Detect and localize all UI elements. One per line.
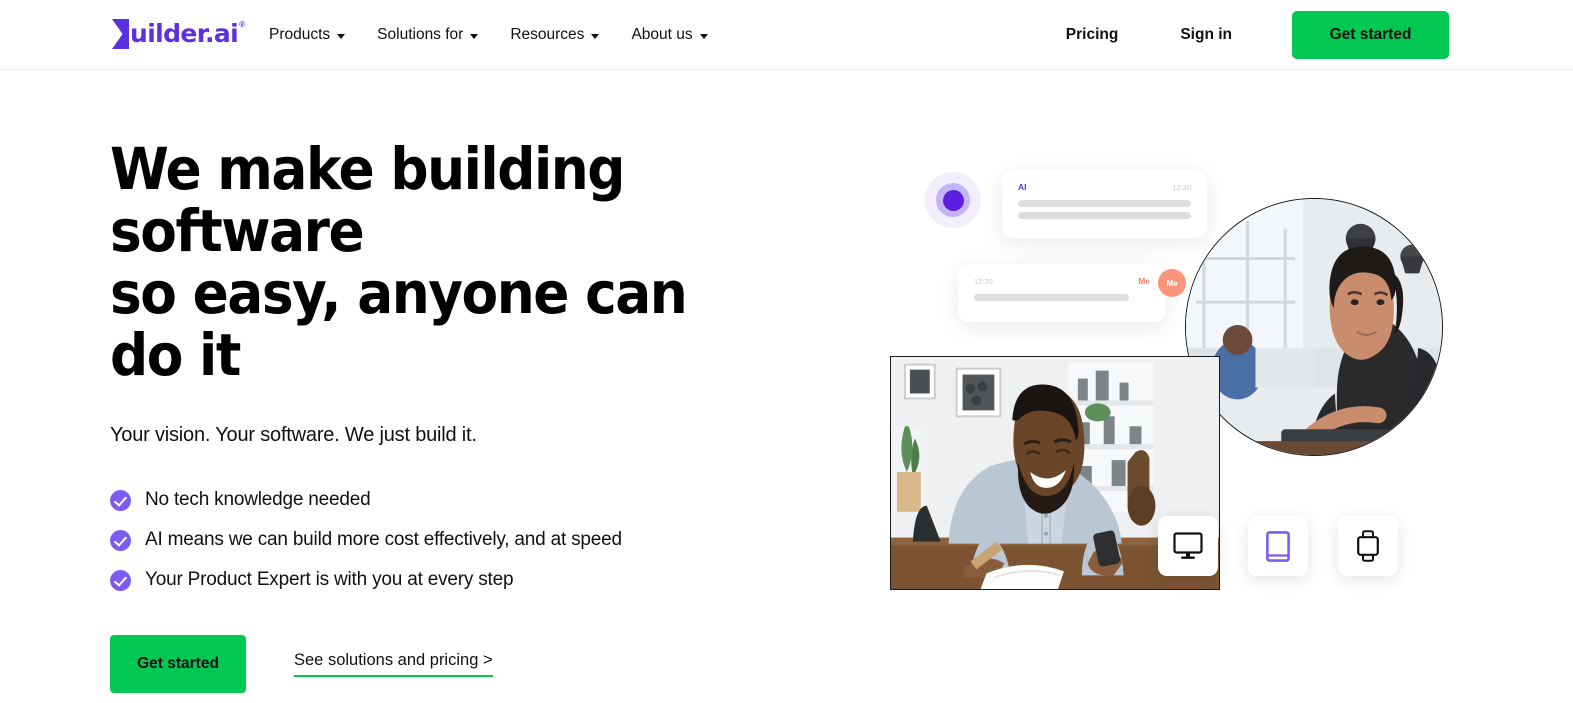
- builder-ai-logo[interactable]: uilder.ai ®: [112, 19, 245, 49]
- list-item: Your Product Expert is with you at every…: [110, 569, 810, 591]
- list-item: No tech knowledge needed: [110, 489, 810, 511]
- nav-label: Solutions for: [377, 26, 464, 43]
- chat-card-ai: AI 12:30: [1002, 170, 1207, 238]
- pulse-core: [942, 189, 964, 211]
- check-circle-icon: [110, 489, 131, 511]
- registered-trademark-icon: ®: [239, 20, 245, 29]
- nav-label: About us: [631, 26, 693, 43]
- chat-placeholder-bar: [1018, 212, 1191, 219]
- main-navigation: Products Solutions for Resources About u…: [269, 0, 708, 70]
- nav-item-resources[interactable]: Resources: [510, 26, 600, 44]
- check-circle-icon: [110, 569, 131, 591]
- page-title: We make building software so easy, anyon…: [110, 135, 688, 389]
- hero-image-collage: AI 12:30 12:30 Me Me: [880, 160, 1480, 620]
- chat-card-me: 12:30 Me: [958, 264, 1166, 322]
- photo-illustration: [1186, 199, 1442, 455]
- pulse-ring: [936, 183, 970, 217]
- nav-item-about-us[interactable]: About us: [631, 26, 708, 44]
- chat-card-header: 12:30 Me: [974, 276, 1150, 286]
- benefit-label: Your Product Expert is with you at every…: [145, 569, 514, 590]
- nav-item-solutions-for[interactable]: Solutions for: [377, 26, 479, 44]
- benefit-label: AI means we can build more cost effectiv…: [145, 529, 622, 550]
- nav-label: Resources: [510, 26, 585, 43]
- hero-benefits-list: No tech knowledge needed AI means we can…: [110, 489, 810, 591]
- check-circle-icon: [110, 529, 131, 551]
- photo-woman-at-computer: [1185, 198, 1443, 456]
- watch-icon: [1357, 530, 1379, 562]
- device-card-desktop[interactable]: [1158, 516, 1218, 576]
- tablet-icon: [1266, 530, 1290, 562]
- chat-card-header: AI 12:30: [1018, 182, 1191, 192]
- desktop-icon: [1173, 532, 1203, 559]
- chevron-down-icon: [470, 33, 479, 39]
- chat-sender-label: Me: [1138, 276, 1150, 286]
- chat-placeholder-bar: [974, 294, 1129, 301]
- benefit-label: No tech knowledge needed: [145, 489, 371, 510]
- nav-item-products[interactable]: Products: [269, 26, 346, 44]
- hero-cta-row: Get started See solutions and pricing >: [110, 635, 810, 693]
- chevron-down-icon: [591, 33, 600, 39]
- device-card-watch[interactable]: [1338, 516, 1398, 576]
- chat-placeholder-bar: [1018, 200, 1191, 207]
- chat-timestamp: 12:30: [974, 276, 993, 286]
- hero-subtitle: Your vision. Your software. We just buil…: [110, 424, 477, 446]
- chat-timestamp: 12:30: [1172, 182, 1191, 192]
- hero-content: We make building software so easy, anyon…: [110, 138, 810, 693]
- logo-mark-icon: [112, 19, 129, 49]
- device-card-tablet[interactable]: [1248, 516, 1308, 576]
- chevron-down-icon: [699, 33, 708, 39]
- get-started-button-hero[interactable]: Get started: [110, 635, 246, 693]
- purple-pulse-dot-icon: [925, 172, 981, 228]
- site-header: uilder.ai ® Products Solutions for Resou…: [0, 0, 1573, 70]
- list-item: AI means we can build more cost effectiv…: [110, 529, 810, 551]
- sign-in-link[interactable]: Sign in: [1180, 26, 1232, 44]
- see-solutions-and-pricing-link[interactable]: See solutions and pricing >: [294, 651, 493, 677]
- header-actions: Pricing Sign in Get started: [1066, 0, 1449, 70]
- avatar: Me: [1158, 269, 1186, 297]
- pricing-link[interactable]: Pricing: [1066, 26, 1119, 44]
- logo-wordmark: uilder.ai: [130, 19, 239, 48]
- get-started-button-header[interactable]: Get started: [1292, 11, 1449, 59]
- nav-label: Products: [269, 26, 331, 43]
- chevron-down-icon: [337, 33, 346, 39]
- chat-sender-label: AI: [1018, 182, 1027, 192]
